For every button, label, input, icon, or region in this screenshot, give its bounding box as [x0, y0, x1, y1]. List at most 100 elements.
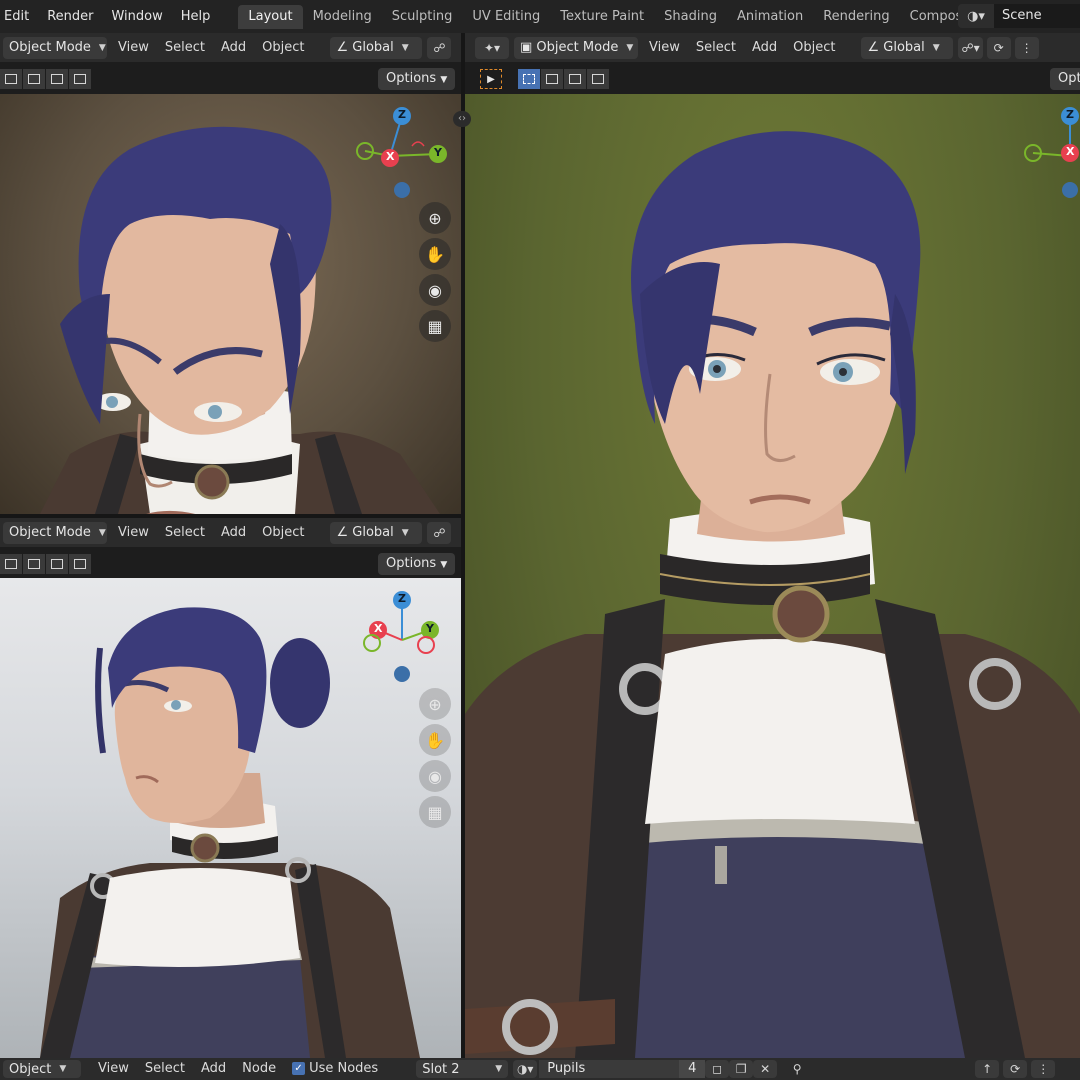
- menu-select[interactable]: Select: [157, 33, 213, 62]
- tab-texture-paint[interactable]: Texture Paint: [550, 5, 654, 29]
- select-new-icon[interactable]: [0, 69, 22, 89]
- scene-name-field[interactable]: Scene: [994, 4, 1080, 28]
- editor-type-icon[interactable]: ✦▾: [475, 36, 509, 59]
- menu-object[interactable]: Object: [254, 33, 312, 62]
- snap-settings-icon[interactable]: ⋮: [1031, 1060, 1056, 1078]
- link-icon[interactable]: ☍: [427, 521, 452, 544]
- scene-selector: ◑▾ Scene: [958, 4, 1080, 28]
- select-intersect-icon[interactable]: [69, 554, 91, 574]
- menu-select[interactable]: Select: [137, 1058, 193, 1080]
- menu-view[interactable]: View: [110, 518, 157, 547]
- material-sphere-icon[interactable]: ◑▾: [513, 1060, 538, 1078]
- menu-view[interactable]: View: [110, 33, 157, 62]
- menu-add[interactable]: Add: [213, 33, 254, 62]
- mode-dropdown[interactable]: ▣ Object Mode ▼: [514, 36, 638, 59]
- orientation-dropdown[interactable]: ∠ Global ▼: [330, 521, 423, 544]
- options-label: Options: [386, 556, 437, 571]
- select-extend-icon[interactable]: [541, 69, 563, 89]
- options-dropdown-right[interactable]: Opt: [1050, 68, 1080, 90]
- menu-edit[interactable]: Edit: [0, 0, 39, 33]
- scene-icon[interactable]: ◑▾: [958, 4, 994, 28]
- tab-shading[interactable]: Shading: [654, 5, 727, 29]
- tab-uv-editing[interactable]: UV Editing: [462, 5, 550, 29]
- parent-node-icon[interactable]: ↑: [975, 1060, 1000, 1078]
- orientation-icon: ∠: [336, 40, 353, 55]
- zoom-icon[interactable]: ⊕: [419, 202, 451, 234]
- pan-hand-icon[interactable]: ✋: [419, 724, 451, 756]
- object-type-label: Object: [9, 1061, 52, 1077]
- viewport-top-left[interactable]: Z Y X ⊕ ✋ ◉ ▦: [0, 94, 461, 514]
- menu-add[interactable]: Add: [213, 518, 254, 547]
- navigation-gizmo[interactable]: Z Y X: [352, 106, 452, 206]
- snap-icon[interactable]: ⟳: [1003, 1060, 1028, 1078]
- chevron-down-icon: ▼: [440, 560, 448, 570]
- tab-layout[interactable]: Layout: [238, 4, 303, 29]
- select-subtract-icon[interactable]: [564, 69, 586, 89]
- menu-object[interactable]: Object: [254, 518, 312, 547]
- main-menu: Edit Render Window Help: [0, 0, 224, 33]
- link-icon[interactable]: ☍▾: [958, 36, 983, 59]
- tab-sculpting[interactable]: Sculpting: [382, 5, 463, 29]
- region-toggle-icon[interactable]: ‹›: [453, 111, 471, 127]
- select-new-icon[interactable]: [518, 69, 540, 89]
- pin-icon[interactable]: ⚲: [785, 1060, 809, 1078]
- menu-render[interactable]: Render: [43, 0, 103, 33]
- close-icon[interactable]: ✕: [753, 1060, 778, 1078]
- select-new-icon[interactable]: [0, 554, 22, 574]
- viewport-bottom-left[interactable]: Z Y X ⊕ ✋ ◉ ▦: [0, 578, 461, 1058]
- area-splitter-vertical[interactable]: [461, 33, 465, 1058]
- mode-dropdown[interactable]: Object Mode ▼: [3, 36, 107, 59]
- menu-add[interactable]: Add: [193, 1058, 234, 1080]
- area-splitter-horizontal[interactable]: [0, 514, 461, 518]
- snap-increment-icon[interactable]: ⋮: [1014, 36, 1039, 59]
- select-subtract-icon[interactable]: [46, 69, 68, 89]
- chevron-down-icon: ▼: [59, 1064, 67, 1074]
- axis-x-label: X: [1066, 145, 1075, 158]
- checkbox-checked-icon: ✓: [292, 1062, 306, 1075]
- menu-add[interactable]: Add: [744, 33, 785, 62]
- slot-label: Slot 2: [422, 1061, 460, 1077]
- tool-select-icon[interactable]: ▶: [480, 69, 502, 89]
- viewport-right[interactable]: Z X: [465, 94, 1080, 1058]
- tab-rendering[interactable]: Rendering: [813, 5, 899, 29]
- menu-window[interactable]: Window: [107, 0, 172, 33]
- snap-icon[interactable]: ⟳: [986, 36, 1011, 59]
- duplicate-icon[interactable]: ❐: [729, 1060, 754, 1078]
- menu-object[interactable]: Object: [785, 33, 843, 62]
- use-nodes-toggle[interactable]: ✓ Use Nodes: [284, 1058, 386, 1080]
- navigation-gizmo[interactable]: Z Y X: [352, 590, 452, 690]
- material-name-field[interactable]: Pupils: [539, 1060, 680, 1078]
- slot-dropdown[interactable]: Slot 2 ▼: [416, 1060, 509, 1078]
- grid-perspective-icon[interactable]: ▦: [419, 310, 451, 342]
- menu-view[interactable]: View: [90, 1058, 137, 1080]
- pan-hand-icon[interactable]: ✋: [419, 238, 451, 270]
- camera-icon[interactable]: ◉: [419, 274, 451, 306]
- select-intersect-icon[interactable]: [69, 69, 91, 89]
- material-users-count[interactable]: 4: [679, 1060, 706, 1078]
- grid-perspective-icon[interactable]: ▦: [419, 796, 451, 828]
- tab-modeling[interactable]: Modeling: [303, 5, 382, 29]
- menu-select[interactable]: Select: [688, 33, 744, 62]
- options-dropdown-bottom-left[interactable]: Options ▼: [378, 553, 456, 575]
- orientation-dropdown[interactable]: ∠ Global ▼: [330, 36, 423, 59]
- menu-help[interactable]: Help: [177, 0, 221, 33]
- mode-dropdown[interactable]: Object Mode ▼: [3, 521, 107, 544]
- tab-animation[interactable]: Animation: [727, 5, 813, 29]
- zoom-icon[interactable]: ⊕: [419, 688, 451, 720]
- options-dropdown-top-left[interactable]: Options ▼: [378, 68, 456, 90]
- select-subtract-icon[interactable]: [46, 554, 68, 574]
- select-extend-icon[interactable]: [23, 69, 45, 89]
- object-type-dropdown[interactable]: Object ▼: [3, 1060, 81, 1078]
- object-mode-icon: ▣: [520, 40, 537, 55]
- select-extend-icon[interactable]: [23, 554, 45, 574]
- menu-view[interactable]: View: [641, 33, 688, 62]
- orientation-dropdown[interactable]: ∠ Global ▼: [861, 36, 954, 59]
- select-intersect-icon[interactable]: [587, 69, 609, 89]
- chevron-down-icon: ▼: [932, 42, 940, 53]
- menu-select[interactable]: Select: [157, 518, 213, 547]
- fake-user-icon[interactable]: ◻: [705, 1060, 730, 1078]
- menu-node[interactable]: Node: [234, 1058, 284, 1080]
- camera-icon[interactable]: ◉: [419, 760, 451, 792]
- link-icon[interactable]: ☍: [427, 36, 452, 59]
- navigation-gizmo[interactable]: Z X: [1020, 106, 1080, 206]
